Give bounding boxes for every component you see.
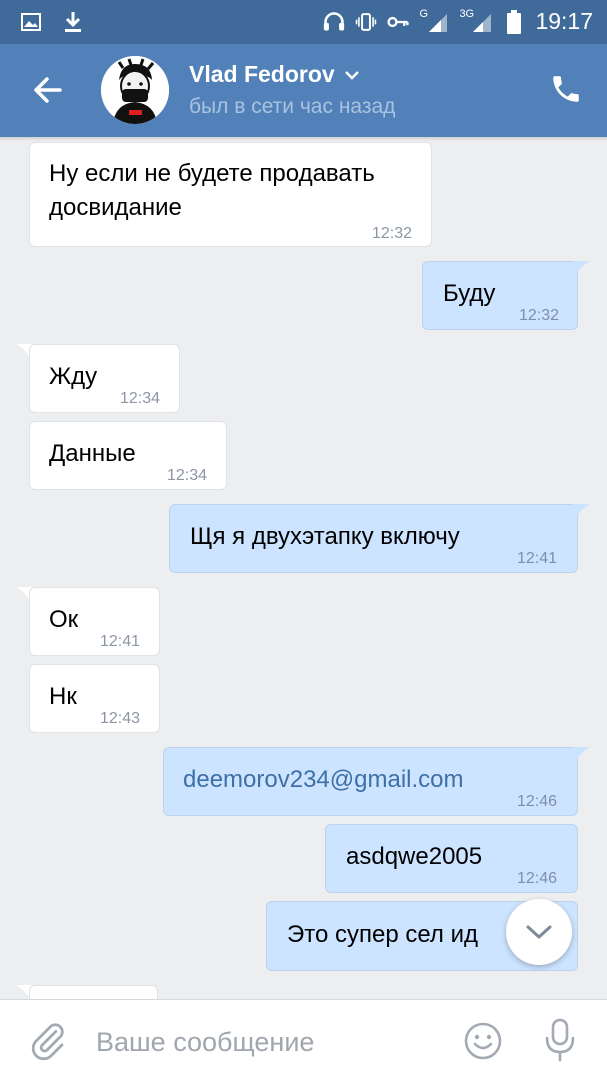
signal-3g-icon: 3G xyxy=(459,8,493,34)
message-time: 12:32 xyxy=(371,225,412,242)
phone-icon xyxy=(553,76,579,102)
message-list[interactable]: Ну если не будете продавать досвидание 1… xyxy=(0,137,607,999)
signal-g-icon: G xyxy=(419,8,449,34)
message-text: asdqwe2005 xyxy=(346,843,483,870)
message-time: 12:32 xyxy=(518,307,559,324)
contact-status: был в сети час назад xyxy=(189,95,396,118)
attach-button[interactable] xyxy=(27,1020,69,1062)
chevron-down-icon xyxy=(526,925,552,939)
message-incoming[interactable]: Жду 12:34 xyxy=(29,344,180,413)
scroll-to-bottom-button[interactable] xyxy=(506,899,572,965)
message-text: Щя я двухэтапку включу xyxy=(190,523,460,550)
paperclip-icon xyxy=(31,1023,64,1061)
message-text: Ок xyxy=(49,606,79,633)
gallery-icon xyxy=(20,10,42,34)
message-outgoing[interactable]: asdqwe2005 12:46 xyxy=(325,824,578,893)
clock: 19:17 xyxy=(535,8,593,34)
voice-message-button[interactable] xyxy=(540,1017,580,1063)
message-input[interactable] xyxy=(96,1020,436,1064)
message-time: 12:43 xyxy=(99,710,140,727)
back-button[interactable] xyxy=(28,70,68,110)
smiley-icon xyxy=(464,1022,502,1060)
message-time: 12:46 xyxy=(516,870,557,887)
message-time: 12:41 xyxy=(516,550,557,567)
chat-header: Vlad Fedorov был в сети час назад xyxy=(0,44,607,137)
message-text: Жду xyxy=(49,363,98,390)
email-link[interactable]: deemorov234@gmail.com xyxy=(183,763,464,797)
emoji-button[interactable] xyxy=(462,1020,504,1062)
message-incoming-partial[interactable] xyxy=(29,985,158,999)
bubble-tail xyxy=(574,504,590,518)
message-incoming[interactable]: Ок 12:41 xyxy=(29,587,160,656)
avatar[interactable] xyxy=(101,56,169,124)
battery-icon xyxy=(503,9,525,34)
message-text: Это супер сел ид xyxy=(287,921,478,948)
contact-name[interactable]: Vlad Fedorov xyxy=(189,61,361,88)
message-incoming[interactable]: Нк 12:43 xyxy=(29,664,160,733)
message-incoming[interactable]: Данные 12:34 xyxy=(29,421,227,490)
download-icon xyxy=(62,10,84,34)
message-text: Данные xyxy=(49,440,136,467)
message-time: 12:46 xyxy=(516,793,557,810)
message-time: 12:41 xyxy=(99,633,140,650)
message-text: Ну если не будете продавать досвидание xyxy=(49,160,375,221)
message-incoming[interactable]: Ну если не будете продавать досвидание 1… xyxy=(29,142,432,247)
back-arrow-icon xyxy=(34,77,62,103)
message-time: 12:34 xyxy=(119,390,160,407)
status-bar: G 3G 19:17 xyxy=(0,0,607,44)
key-icon xyxy=(387,10,410,34)
message-outgoing[interactable]: Буду 12:32 xyxy=(422,261,578,330)
call-button[interactable] xyxy=(549,72,583,106)
message-text: Буду xyxy=(443,280,496,307)
avatar-image xyxy=(101,56,169,124)
bubble-tail xyxy=(574,261,590,275)
message-composer xyxy=(0,999,607,1080)
vibrate-icon xyxy=(355,10,377,34)
microphone-icon xyxy=(545,1018,575,1062)
bubble-tail xyxy=(574,747,590,761)
message-time: 12:34 xyxy=(166,467,207,484)
message-outgoing[interactable]: Щя я двухэтапку включу 12:41 xyxy=(169,504,578,573)
message-text: Нк xyxy=(49,683,77,710)
chevron-down-icon xyxy=(344,70,359,80)
headset-icon xyxy=(323,10,345,34)
message-outgoing[interactable]: deemorov234@gmail.com 12:46 xyxy=(163,747,578,816)
